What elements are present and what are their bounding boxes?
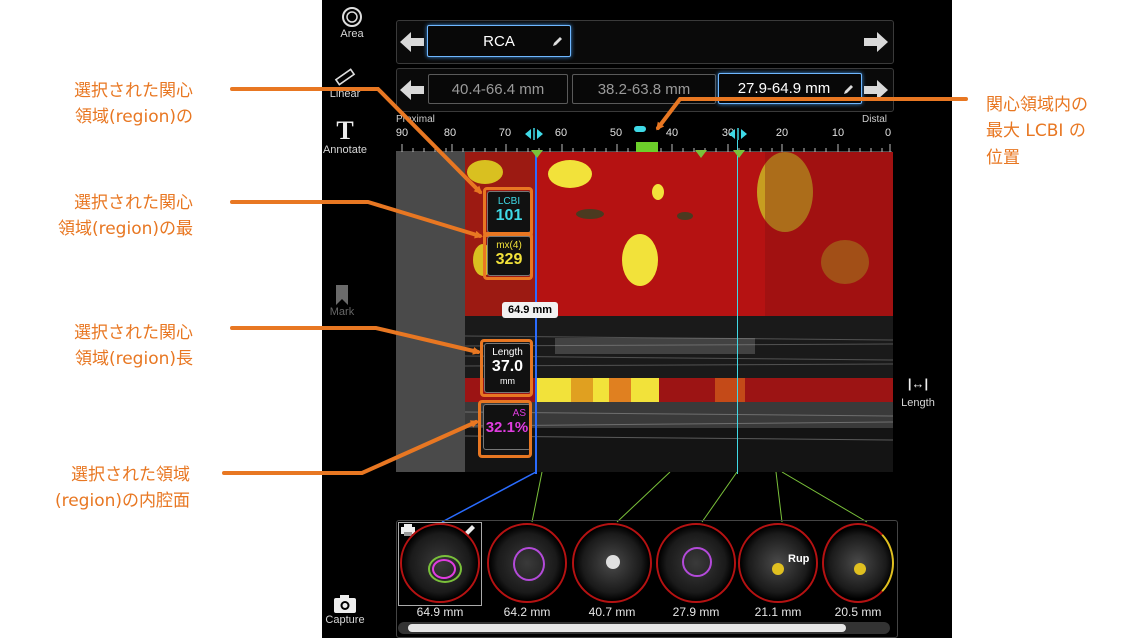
callout-arrows	[222, 87, 968, 475]
